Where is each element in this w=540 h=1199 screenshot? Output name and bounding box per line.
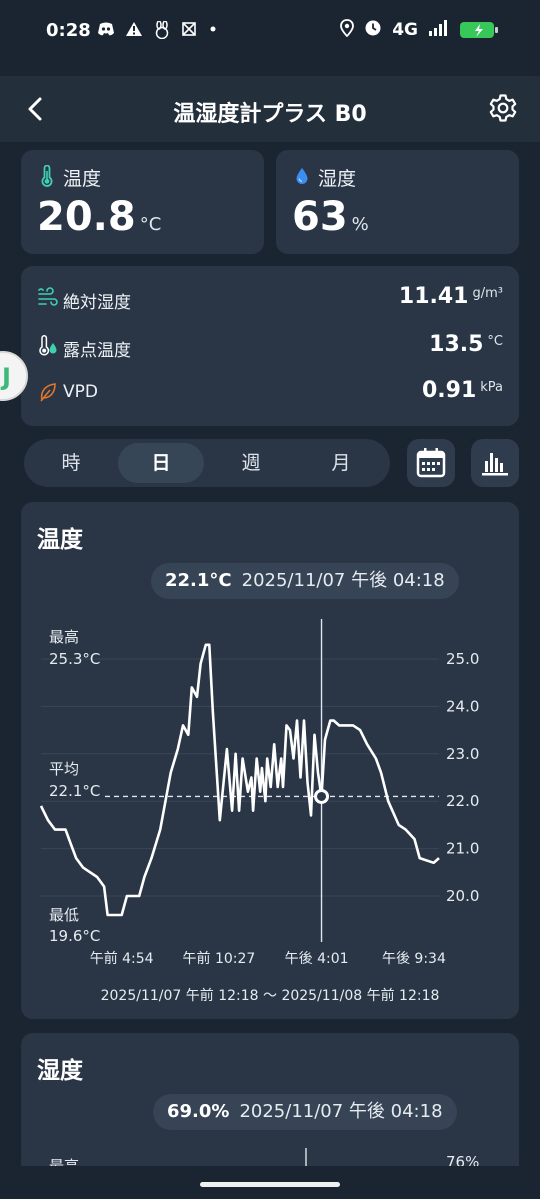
temperature-chart-card: 温度 22.1°C 2025/11/07 午後 04:18 20.0 21.0 22.…: [21, 502, 519, 1019]
temperature-value-display: 20.8 °C: [37, 194, 161, 240]
humidity-unit: %: [351, 214, 369, 235]
max-label: 最高: [49, 628, 79, 646]
wind-icon: [38, 287, 58, 306]
temperature-chart[interactable]: 20.0 21.0 22.0 23.0 24.0 25.0 午前 4:54 午前 10:27…: [21, 502, 519, 1019]
avg-value: 22.1°C: [49, 782, 100, 800]
metric-label: 露点温度: [63, 341, 131, 361]
humidity-label: 湿度: [318, 168, 357, 190]
x-tick-label: 午前 4:54: [90, 950, 154, 967]
bunny-icon: [153, 20, 171, 43]
metric-label: 絶対湿度: [63, 293, 131, 313]
warning-icon: [125, 21, 143, 43]
avg-label: 平均: [49, 760, 79, 778]
signal-icon: [428, 20, 450, 40]
tab-week[interactable]: 週: [208, 443, 294, 483]
y-tick-labels: 20.0 21.0 22.0 23.0 24.0 25.0: [446, 650, 479, 905]
battery-icon: [460, 22, 498, 38]
humidity-value: 63: [292, 194, 348, 240]
metric-unit: kPa: [480, 380, 503, 395]
calendar-button[interactable]: [407, 439, 455, 487]
y-tick-label: 21.0: [446, 840, 479, 858]
metric-value-display: 13.5 °C: [429, 332, 503, 357]
dew-point-icon: [39, 335, 57, 356]
chart-date-range: 2025/11/07 午前 12:18 〜 2025/11/08 午前 12:1…: [100, 988, 440, 1004]
temperature-label: 温度: [63, 168, 102, 190]
leaf-icon: [40, 383, 56, 402]
tab-hour[interactable]: 時: [28, 443, 114, 483]
alarm-icon: [364, 19, 382, 41]
temperature-unit: °C: [139, 214, 162, 235]
grid-icon: [181, 21, 197, 43]
thermometer-icon: [41, 165, 53, 187]
gear-icon: [489, 94, 517, 122]
metric-value: 0.91: [421, 378, 477, 403]
x-tick-label: 午後 9:34: [382, 951, 446, 967]
tab-month[interactable]: 月: [298, 443, 384, 483]
metric-value: 13.5: [429, 332, 484, 357]
range-tabs: 時 日 週 月: [24, 439, 390, 487]
system-icons: 4G: [340, 19, 498, 41]
y-tick-label: 25.0: [446, 650, 479, 668]
top-band: [0, 62, 540, 76]
humidity-value-display: 63%: [292, 194, 369, 240]
min-label: 最低: [49, 906, 79, 924]
temperature-series-line: [39, 643, 440, 917]
metric-unit: g/m³: [472, 286, 503, 301]
y-tick-label: 24.0: [446, 697, 479, 715]
humidity-tile[interactable]: 湿度 63%: [276, 150, 519, 254]
status-time: 0:28: [46, 20, 91, 41]
water-drop-icon: [296, 168, 308, 184]
dot-icon: [207, 21, 219, 43]
metric-value: 11.41: [398, 284, 469, 309]
metric-row-vpd: VPD 0.91 kPa: [21, 372, 519, 412]
chart-type-button[interactable]: [471, 439, 519, 487]
x-tick-labels: 午前 4:54 午前 10:27 午後 4:01 午後 9:34: [90, 950, 446, 967]
chart-gridlines: [41, 658, 439, 897]
x-tick-label: 午前 10:27: [183, 950, 256, 967]
min-value: 19.6°C: [49, 927, 100, 945]
calendar-icon: [416, 448, 446, 478]
metric-row-absolute-humidity: 絶対湿度 11.41 g/m³: [21, 278, 519, 318]
temperature-value: 20.8: [37, 194, 136, 240]
metric-value-display: 11.41 g/m³: [399, 284, 503, 309]
tab-day[interactable]: 日: [118, 443, 204, 483]
location-icon: [340, 19, 355, 41]
network-type: 4G: [392, 20, 418, 40]
selected-point[interactable]: [314, 788, 330, 804]
settings-button[interactable]: [488, 93, 518, 123]
notification-icons: [97, 20, 219, 43]
max-value: 25.3°C: [49, 650, 100, 668]
metric-value-display: 0.91 kPa: [422, 378, 503, 403]
metric-row-dew-point: 露点温度 13.5 °C: [21, 326, 519, 366]
temperature-tile[interactable]: 温度 20.8 °C: [21, 150, 264, 254]
x-tick-label: 午後 4:01: [285, 951, 349, 967]
y-tick-label: 23.0: [446, 745, 479, 763]
metrics-card: 絶対湿度 11.41 g/m³ 露点温度 13.5 °C VPD 0.91 kPa: [21, 266, 519, 426]
app-bar: 温湿度計プラス B0: [0, 76, 540, 142]
metric-unit: °C: [487, 334, 503, 349]
y-tick-label: 22.0: [446, 792, 479, 810]
y-tick-label: 20.0: [446, 887, 479, 905]
page-title: 温湿度計プラス B0: [173, 102, 367, 127]
metric-label: VPD: [63, 382, 98, 402]
status-bar: 0:28 4G: [0, 0, 540, 62]
bar-chart-icon: [482, 453, 508, 476]
home-handle[interactable]: [200, 1182, 340, 1187]
discord-icon: [97, 21, 115, 43]
app-bubble-icon: J: [2, 363, 11, 391]
